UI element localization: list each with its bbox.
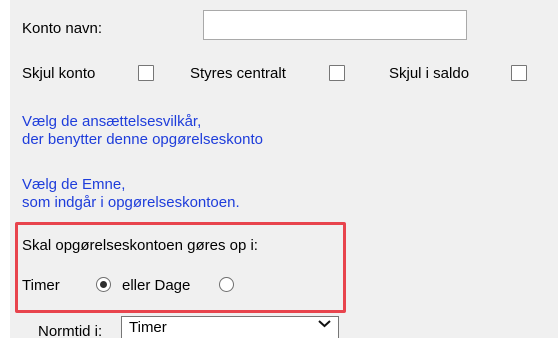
employment-terms-link-line2: der benytter denne opgørelseskonto [22,131,263,148]
hide-account-checkbox[interactable] [138,65,154,81]
normal-time-selected-value: Timer [129,319,167,336]
hide-in-balance-label: Skjul i saldo [389,65,470,82]
normal-time-select[interactable]: Timer [121,316,339,338]
subjects-link[interactable]: Vælg de Emne, som indgår i opgørelseskon… [22,176,240,212]
account-settings-screen: Konto navn: Skjul konto Styres centralt … [0,0,558,338]
account-name-input[interactable] [203,10,467,40]
hide-in-balance-checkbox[interactable] [511,65,527,81]
hide-account-label: Skjul konto [22,65,96,82]
employment-terms-link[interactable]: Vælg de ansættelsesvilkår, der benytter … [22,113,263,149]
subjects-link-line1: Vælg de Emne, [22,176,126,193]
account-name-label: Konto navn: [22,20,103,37]
chevron-down-icon [318,320,331,328]
central-control-label: Styres centralt [190,65,286,82]
employment-terms-link-line1: Vælg de ansættelsesvilkår, [22,113,202,130]
normal-time-label: Normtid i: [38,323,103,338]
settlement-unit-highlight [15,222,346,313]
central-control-checkbox[interactable] [329,65,345,81]
subjects-link-line2: som indgår i opgørelseskontoen. [22,194,240,211]
